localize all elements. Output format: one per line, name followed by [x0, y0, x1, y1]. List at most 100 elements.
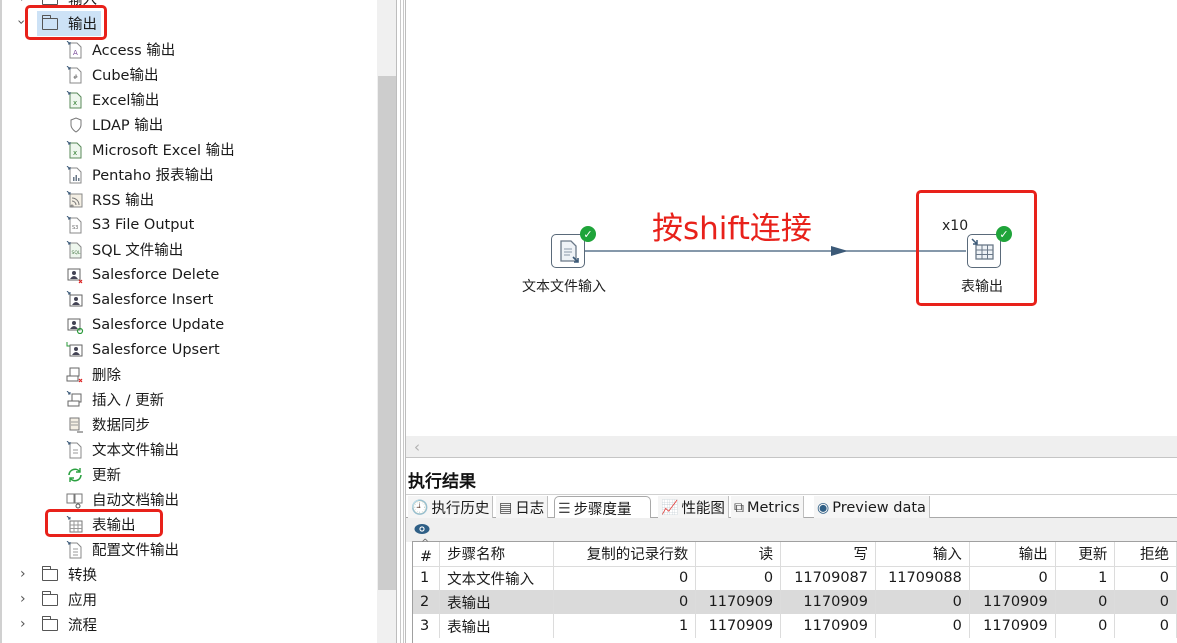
step-copies-label: x10: [942, 218, 969, 234]
update-icon: [66, 466, 82, 484]
chevron-right-icon[interactable]: ›: [20, 567, 32, 581]
ldap-output-icon: [66, 116, 82, 134]
tree-step-item[interactable]: 配置文件输出: [66, 537, 179, 562]
tree-step-item[interactable]: x Excel输出: [66, 87, 159, 112]
column-header-index[interactable]: ^ #: [413, 538, 441, 567]
tree-step-label: Salesforce Update: [92, 316, 225, 333]
tree-step-item[interactable]: Pentaho 报表输出: [66, 162, 214, 187]
tree-step-item[interactable]: A Access 输出: [66, 37, 175, 62]
tree-step-label: Excel输出: [92, 93, 160, 109]
step-table-output[interactable]: [967, 234, 1001, 268]
tab-metrics[interactable]: ⧉ Metrics: [731, 496, 804, 519]
cell-read: 1170909: [695, 590, 782, 614]
tree-step-item[interactable]: 数据同步: [66, 412, 150, 437]
tab-label: 步骤度量: [573, 502, 632, 518]
tab-step-metrics[interactable]: ☰ 步骤度量: [554, 496, 651, 520]
column-header-updated[interactable]: 更新: [1055, 542, 1116, 567]
tree-folder-label: 转换: [68, 568, 97, 584]
tree-step-item[interactable]: # Cube输出: [66, 62, 158, 87]
tree-step-item[interactable]: RSS 输出: [66, 187, 154, 212]
highlight-box-output-folder: [25, 5, 107, 40]
tree-step-item[interactable]: 更新: [66, 462, 121, 487]
tree-step-item[interactable]: 插入 / 更新: [66, 387, 164, 412]
tree-folder-flow[interactable]: › 流程: [20, 612, 97, 637]
step-tree-panel: › 输入 输出 › AAccess 输出#Cube输出xExcel输出LDAP …: [0, 0, 397, 643]
metrics-icon: ⧉: [734, 499, 744, 516]
tree-folder-label: 流程: [68, 618, 97, 634]
table-row[interactable]: 3 表输出 1 1170909 1170909 0 1170909 0 0: [413, 614, 1177, 638]
cell-output: 1170909: [969, 590, 1056, 614]
cell-rejected: 0: [1114, 590, 1177, 614]
tree-step-item[interactable]: 文本文件输出: [66, 437, 179, 462]
cell-output: 1170909: [969, 614, 1056, 638]
step-metrics-table: ^ # 步骤名称 复制的记录行数 读 写 输入 输出 更新 拒绝 1 文本文件输入…: [413, 538, 1177, 638]
tab-preview-data[interactable]: ◉ Preview data: [814, 496, 930, 519]
delete-icon: [66, 366, 83, 384]
results-toolbar: [406, 518, 1177, 542]
tree-step-item[interactable]: Salesforce Update: [66, 312, 224, 337]
salesforce-update-icon: [66, 316, 84, 334]
text-file-input-icon: [560, 240, 579, 263]
tree-step-item[interactable]: 删除: [66, 362, 121, 387]
column-header-written[interactable]: 写: [780, 542, 876, 567]
chevron-right-icon[interactable]: ›: [20, 0, 32, 5]
column-header-read[interactable]: 读: [695, 542, 782, 567]
tab-execution-history[interactable]: 🕘 执行历史: [408, 496, 494, 519]
cell-n: 2: [413, 590, 441, 614]
annotation-text: 按shift连接: [652, 211, 812, 247]
tree-step-label: Salesforce Upsert: [92, 341, 220, 358]
chevron-right-icon[interactable]: ›: [20, 592, 32, 606]
cell-n: 3: [413, 614, 441, 638]
tree-scrollbar-thumb[interactable]: [378, 76, 396, 590]
eye-icon[interactable]: [414, 522, 430, 536]
step-label: 表输出: [961, 279, 1003, 295]
table-row[interactable]: 2 表输出 0 1170909 1170909 0 1170909 0 0: [413, 590, 1177, 614]
tab-label: 日志: [515, 501, 545, 517]
tab-log[interactable]: ▤ 日志: [496, 496, 549, 519]
column-header-rejected[interactable]: 拒绝: [1114, 542, 1177, 567]
table-output-icon: [971, 238, 994, 260]
tree-step-label: 自动文档输出: [92, 493, 179, 509]
salesforce-delete-icon: [66, 266, 83, 284]
svg-text:S3: S3: [72, 225, 78, 231]
chevron-right-icon[interactable]: ›: [20, 617, 32, 631]
column-header-step-name[interactable]: 步骤名称: [439, 542, 554, 567]
cell-written: 11709087: [780, 566, 876, 590]
column-header-copy[interactable]: 复制的记录行数: [553, 542, 697, 567]
cell-input: 0: [875, 590, 970, 614]
svg-text:x: x: [73, 149, 77, 157]
step-label: 文本文件输入: [522, 279, 606, 295]
clock-icon: 🕘: [411, 499, 429, 516]
step-text-file-input[interactable]: [551, 234, 585, 268]
column-header-input[interactable]: 输入: [875, 542, 970, 567]
tree-step-item[interactable]: Salesforce Insert: [66, 287, 213, 312]
folder-icon: [42, 0, 58, 5]
sort-indicator-icon: ^: [421, 538, 430, 549]
tree-step-item[interactable]: Salesforce Delete: [66, 262, 219, 287]
tab-performance-chart[interactable]: 📈 性能图: [658, 496, 729, 519]
data-sync-icon: [66, 416, 83, 434]
results-tabbar: 🕘 执行历史 ▤ 日志 ☰ 步骤度量 📈 性能图 ⧉ Metrics ◉ Pre…: [406, 494, 1177, 520]
cell-updated: 0: [1055, 614, 1116, 638]
transformation-canvas[interactable]: ✓ 文本文件输入 按shift连接 x10 ✓ 表输出: [406, 0, 1177, 436]
tree-step-item[interactable]: LDAP 输出: [66, 112, 163, 137]
pane-splitter[interactable]: [396, 0, 406, 643]
sql-file-output-icon: SQL: [66, 240, 82, 259]
tree-step-item[interactable]: Salesforce Upsert: [66, 337, 220, 362]
tree-step-label: RSS 输出: [92, 193, 155, 209]
cell-copy: 0: [553, 566, 697, 590]
cell-updated: 0: [1055, 590, 1116, 614]
tree-folder-transform[interactable]: › 转换: [20, 562, 97, 587]
folder-icon: [41, 615, 58, 631]
tree-step-item[interactable]: x Microsoft Excel 输出: [66, 137, 235, 162]
table-row[interactable]: 1 文本文件输入 0 0 11709087 11709088 0 1 0: [413, 566, 1177, 590]
tree-step-label: Cube输出: [92, 68, 159, 84]
column-header-output[interactable]: 输出: [969, 542, 1056, 567]
tree-step-item[interactable]: S3 S3 File Output: [66, 212, 194, 237]
success-check-icon: ✓: [996, 226, 1012, 242]
tree-folder-application[interactable]: › 应用: [20, 587, 97, 612]
canvas-horizontal-scrollbar[interactable]: ‹: [406, 436, 1177, 458]
tree-step-label: S3 File Output: [92, 216, 195, 233]
tree-step-item[interactable]: SQL SQL 文件输出: [66, 237, 183, 262]
chevron-left-icon[interactable]: ‹: [414, 438, 420, 456]
